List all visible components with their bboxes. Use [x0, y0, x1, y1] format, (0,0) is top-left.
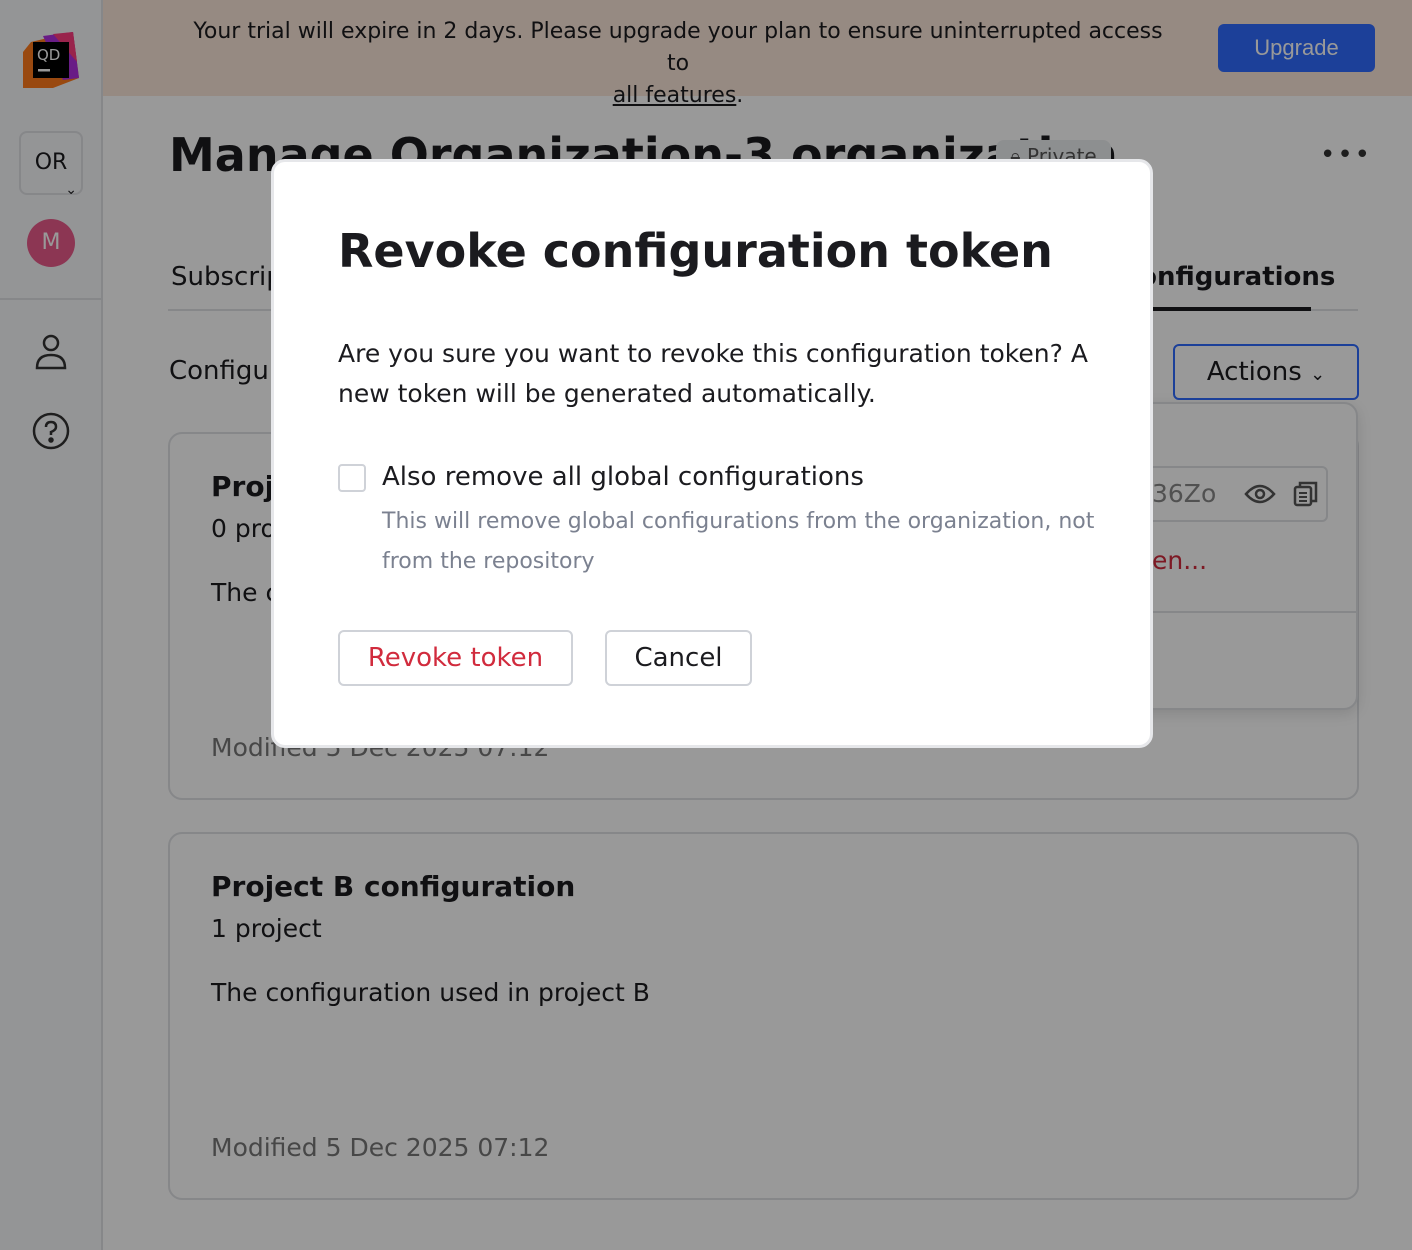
- revoke-token-dialog: Revoke configuration token Are you sure …: [271, 159, 1153, 748]
- cancel-button[interactable]: Cancel: [605, 630, 752, 686]
- checkbox-label[interactable]: Also remove all global configurations: [382, 462, 864, 492]
- remove-global-configurations-checkbox[interactable]: [338, 464, 366, 492]
- checkbox-hint: This will remove global configurations f…: [382, 502, 1102, 582]
- revoke-token-button[interactable]: Revoke token: [338, 630, 573, 686]
- dialog-title: Revoke configuration token: [338, 224, 1053, 278]
- dialog-message: Are you sure you want to revoke this con…: [338, 334, 1098, 414]
